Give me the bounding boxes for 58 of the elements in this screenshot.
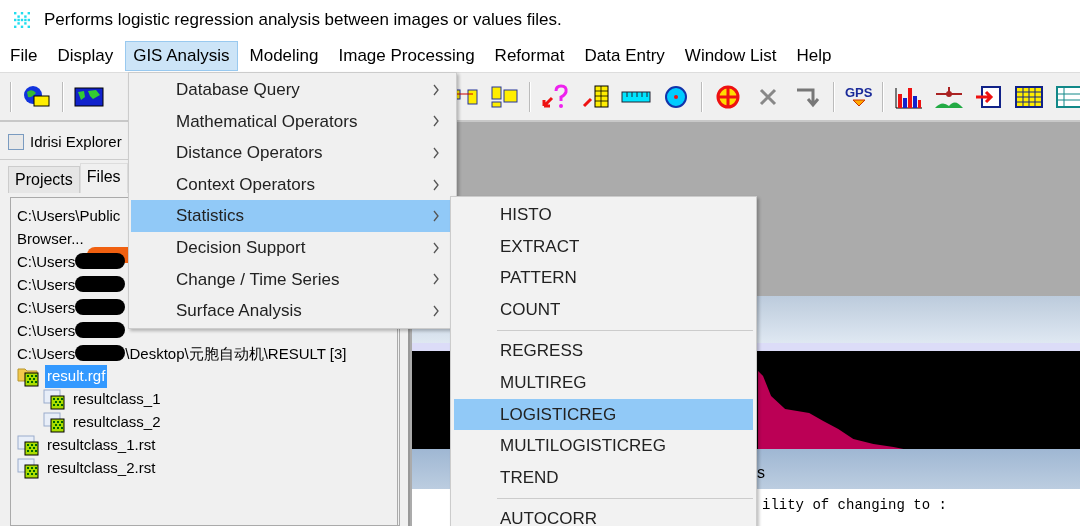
path-text[interactable]: C:\Users (17, 341, 76, 365)
menu-item[interactable]: Display (49, 41, 122, 71)
menu-item[interactable]: LOGISTICREG (454, 398, 753, 431)
path-text[interactable]: C:\Users (17, 249, 76, 273)
path-text[interactable]: \Desktop\元胞自动机\RESULT [3] (125, 341, 347, 365)
menu-item[interactable]: Change / Time Series (131, 263, 454, 296)
menu-item[interactable]: GIS Analysis (125, 41, 238, 71)
raster-file-icon (17, 457, 41, 480)
grid-table-icon[interactable] (1014, 83, 1045, 110)
table-arrow-icon[interactable] (581, 83, 611, 110)
window-title: Performs logistic regression analysis between images or values files. (44, 9, 562, 32)
file-name[interactable]: resultclass_2.rst (45, 457, 158, 480)
layout-icon[interactable] (489, 83, 519, 110)
triangle-icon (851, 99, 866, 107)
menu-item[interactable]: PATTERN (454, 262, 753, 294)
caption-text: s (757, 464, 765, 481)
raster-file-icon (43, 388, 67, 411)
menu-item[interactable]: File (2, 41, 46, 71)
app-icon (12, 10, 32, 30)
menu-item[interactable]: AUTOCORR (454, 503, 753, 526)
file-name[interactable]: resultclass_1.rst (45, 434, 158, 457)
panel-title: Idrisi Explorer (30, 132, 122, 153)
menu-item[interactable]: HISTO (454, 199, 753, 231)
path-text[interactable]: C:\Users (17, 272, 76, 296)
raster-file-icon (17, 434, 41, 457)
menu-item[interactable]: Decision Support (131, 231, 454, 264)
menu-item[interactable]: Distance Operators (131, 137, 454, 169)
menu-item[interactable]: Help (788, 41, 840, 71)
menu-item[interactable]: COUNT (454, 293, 753, 326)
path-text[interactable]: C:\Users\Public (17, 203, 121, 227)
globe-folder-icon[interactable] (22, 83, 52, 110)
menu-item[interactable]: Mathematical Operators (131, 105, 454, 138)
raster-file-icon (43, 411, 67, 434)
menu-item[interactable]: Data Entry (576, 41, 673, 71)
menu-item[interactable]: MULTIREG (454, 366, 753, 399)
result-text: ility of changing to : (762, 497, 947, 513)
path-text[interactable]: C:\Users (17, 318, 76, 342)
menu-item[interactable]: Surface Analysis (131, 295, 454, 327)
menu-item[interactable]: MULTILOGISTICREG (454, 430, 753, 462)
menu-item[interactable]: Window List (676, 41, 785, 71)
menu-item[interactable]: Context Operators (131, 168, 454, 201)
collapse-icon[interactable] (8, 134, 24, 151)
table-icon[interactable] (1054, 83, 1080, 110)
gps-button[interactable]: GPS (845, 86, 873, 107)
menu-item[interactable]: EXTRACT (454, 230, 753, 263)
file-name[interactable]: resultclass_2 (71, 411, 163, 434)
menu-item[interactable]: Image Processing (330, 41, 483, 71)
menu-item[interactable]: Modeling (241, 41, 327, 71)
file-name[interactable]: resultclass_1 (71, 388, 163, 411)
menu-item[interactable]: TREND (454, 461, 753, 494)
menu-item[interactable]: Database Query (131, 74, 454, 106)
group-file-icon (17, 365, 41, 388)
tab[interactable]: Files (79, 162, 128, 193)
path-text[interactable]: C:\Users (17, 295, 76, 319)
menu-item[interactable]: REGRESS (454, 335, 753, 367)
tab[interactable]: Projects (8, 165, 80, 193)
menu-item[interactable]: Reformat (486, 41, 573, 71)
path-text[interactable]: Browser... (17, 226, 84, 250)
